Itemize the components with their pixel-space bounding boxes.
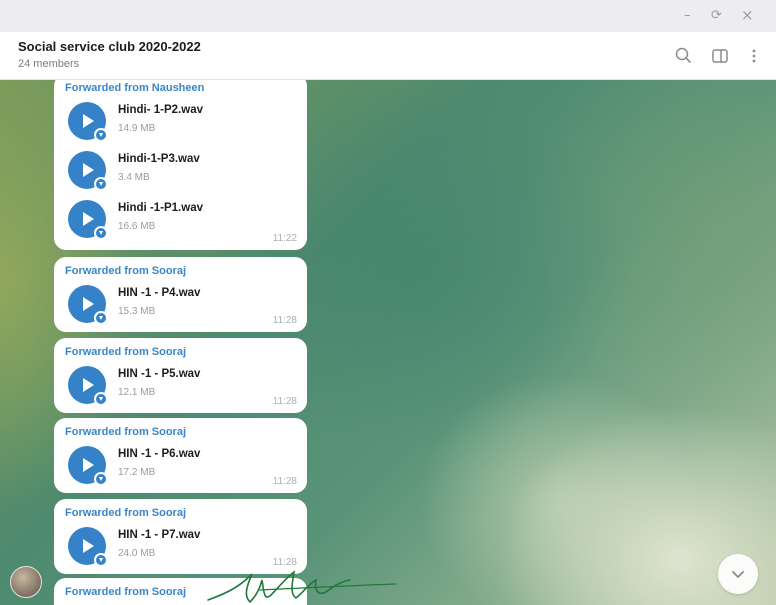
forwarded-from-label[interactable]: Forwarded from Sooraj xyxy=(65,346,186,358)
more-vert-icon[interactable] xyxy=(742,44,766,68)
chat-title[interactable]: Social service club 2020-2022 xyxy=(18,39,201,54)
file-name: HIN -1 - P6.wav xyxy=(118,448,201,460)
file-size: 3.4 MB xyxy=(118,172,150,183)
download-icon[interactable] xyxy=(94,128,108,142)
audio-file: Hindi -1-P1.wav 16.6 MB xyxy=(54,194,307,242)
file-name: HIN -1 - P5.wav xyxy=(118,368,201,380)
audio-file: HIN -1 - P6.wav 17.2 MB xyxy=(54,440,307,488)
download-icon[interactable] xyxy=(94,226,108,240)
file-name: Hindi-1-P3.wav xyxy=(118,153,200,165)
sidebar-toggle-icon[interactable] xyxy=(708,44,732,68)
chat-area: Forwarded from Nausheen Hindi- 1-P2.wav … xyxy=(0,80,776,605)
file-size: 14.9 MB xyxy=(118,123,156,134)
file-size: 12.1 MB xyxy=(118,387,156,398)
file-name: Hindi -1-P1.wav xyxy=(118,202,203,214)
chat-header: Social service club 2020-2022 24 members xyxy=(0,32,776,80)
close-button[interactable]: × xyxy=(741,6,754,24)
file-size: 17.2 MB xyxy=(118,467,156,478)
message-time: 11:22 xyxy=(272,233,297,244)
audio-file: HIN -1 - P4.wav 15.3 MB xyxy=(54,279,307,327)
handwritten-signature xyxy=(207,570,397,604)
message-time: 11:28 xyxy=(272,315,297,326)
download-icon[interactable] xyxy=(94,472,108,486)
minimize-button[interactable]: – xyxy=(684,8,691,23)
message-time: 11:28 xyxy=(272,476,297,487)
forwarded-from-label[interactable]: Forwarded from Sooraj xyxy=(65,265,186,277)
audio-file: Hindi- 1-P2.wav 14.9 MB xyxy=(54,96,307,144)
download-icon[interactable] xyxy=(94,177,108,191)
download-icon[interactable] xyxy=(94,311,108,325)
file-size: 24.0 MB xyxy=(118,548,156,559)
forwarded-from-label[interactable]: Forwarded from Sooraj xyxy=(65,586,186,598)
message-bubble: Forwarded from Sooraj HIN -1 - P5.wav 12… xyxy=(54,338,307,413)
message-time: 11:28 xyxy=(272,396,297,407)
download-icon[interactable] xyxy=(94,392,108,406)
forwarded-from-label[interactable]: Forwarded from Sooraj xyxy=(65,426,186,438)
audio-file: HIN -1 - P5.wav 12.1 MB xyxy=(54,360,307,408)
avatar[interactable] xyxy=(10,566,42,598)
forwarded-from-label[interactable]: Forwarded from Sooraj xyxy=(65,507,186,519)
message-bubble: Forwarded from Sooraj HIN -1 - P4.wav 15… xyxy=(54,257,307,332)
file-name: Hindi- 1-P2.wav xyxy=(118,104,203,116)
audio-file: Hindi-1-P3.wav 3.4 MB xyxy=(54,145,307,193)
restore-button[interactable]: ⟳ xyxy=(711,8,722,23)
file-name: HIN -1 - P4.wav xyxy=(118,287,201,299)
file-name: HIN -1 - P7.wav xyxy=(118,529,201,541)
file-size: 16.6 MB xyxy=(118,221,156,232)
chevron-down-icon xyxy=(732,571,744,578)
download-icon[interactable] xyxy=(94,553,108,567)
message-bubble: Forwarded from Nausheen Hindi- 1-P2.wav … xyxy=(54,80,307,250)
forwarded-from-label[interactable]: Forwarded from Nausheen xyxy=(65,82,204,94)
scroll-to-bottom-button[interactable] xyxy=(718,554,758,594)
audio-file: HIN -1 - P7.wav 24.0 MB xyxy=(54,521,307,569)
message-bubble: Forwarded from Sooraj HIN -1 - P6.wav 17… xyxy=(54,418,307,493)
search-icon[interactable] xyxy=(672,44,696,68)
file-size: 15.3 MB xyxy=(118,306,156,317)
window-titlebar: – ⟳ × xyxy=(0,0,776,32)
message-bubble: Forwarded from Sooraj HIN -1 - P7.wav 24… xyxy=(54,499,307,574)
member-count[interactable]: 24 members xyxy=(18,58,79,70)
